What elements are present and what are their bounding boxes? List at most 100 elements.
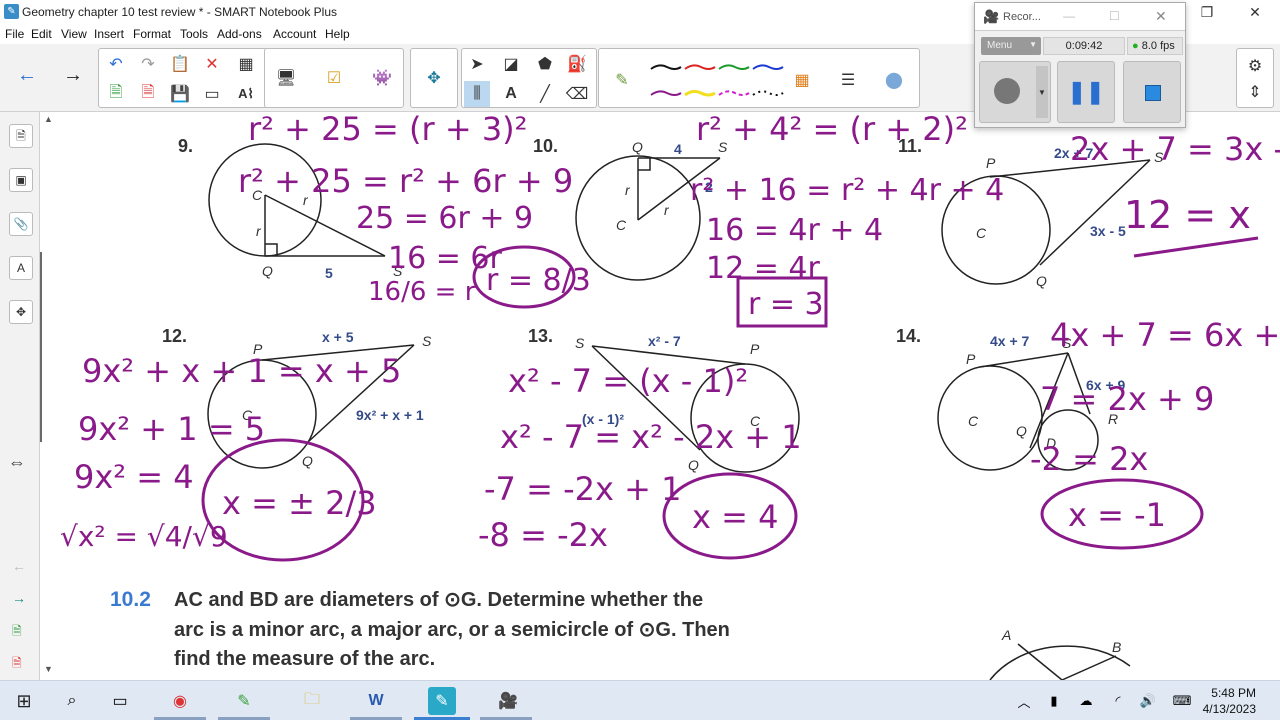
paste-icon[interactable]: 📋 — [167, 51, 193, 77]
p12-hw-line-3: 9x² = 4 — [74, 458, 194, 496]
menu-tools[interactable]: Tools — [180, 27, 208, 41]
p14-label-c: C — [968, 413, 979, 429]
redo-icon[interactable]: ↷ — [135, 51, 161, 77]
previous-page-icon[interactable]: ← — [12, 558, 26, 574]
table-icon[interactable]: ▦ — [233, 51, 259, 77]
windows-start-icon[interactable]: ⊞ — [10, 687, 38, 715]
text-icon[interactable]: A — [498, 81, 524, 107]
menu-file[interactable]: File — [5, 27, 24, 41]
record-dropdown-icon[interactable]: ▼ — [1036, 66, 1048, 118]
resize-handle-icon[interactable]: ⇔ — [8, 452, 26, 473]
stop-button[interactable] — [1123, 61, 1181, 123]
addons-tab-icon[interactable]: ✥ — [9, 300, 33, 324]
shapes-icon[interactable]: ◪ — [498, 51, 524, 77]
page-drawing: 9. 10. 11. 12. 13. 14. C r r Q 5 S Q 4 C — [60, 112, 1280, 680]
menu-edit[interactable]: Edit — [31, 27, 52, 41]
p9-label-q: Q — [262, 263, 273, 279]
record-button[interactable]: ▼ — [979, 61, 1051, 123]
menu-addons[interactable]: Add-ons — [217, 27, 262, 41]
add-page-side-icon[interactable]: 🗎 — [12, 622, 22, 643]
p12-label-s: S — [422, 333, 432, 349]
section-number: 10.2 — [110, 588, 151, 611]
menu-format[interactable]: Format — [133, 27, 171, 41]
back-arrow-icon[interactable]: ← — [14, 62, 40, 88]
move-toolbar-icon[interactable]: ⇕ — [1242, 79, 1268, 105]
eraser-tool-icon[interactable]: ⌫ — [564, 81, 590, 107]
recorder-menu-button[interactable]: Menu ▼ — [981, 37, 1041, 55]
clock-time: 5:48 PM — [1211, 686, 1256, 700]
close-icon[interactable]: ✕ — [1240, 2, 1270, 22]
notebook-page[interactable]: 9. 10. 11. 12. 13. 14. C r r Q 5 S Q 4 C — [56, 112, 1280, 680]
search-icon[interactable]: ⌕ — [58, 687, 86, 715]
p10-label-r1: r — [625, 182, 631, 198]
menu-insert[interactable]: Insert — [94, 27, 124, 41]
activity-builder-icon[interactable]: 👾 — [369, 65, 395, 91]
chrome-icon[interactable]: ◉ — [166, 687, 194, 715]
pens-icon[interactable]: ⫼ — [464, 81, 490, 107]
chevron-up-icon[interactable]: ︿ — [1010, 687, 1038, 715]
p12-hw-line-2: 9x² + 1 = 5 — [78, 410, 265, 448]
toolbar-settings-group: ⚙ ⇕ — [1236, 48, 1274, 108]
pause-button[interactable]: ❚❚ — [1057, 61, 1115, 123]
response-icon[interactable]: ☑ — [321, 65, 347, 91]
properties-icon[interactable]: A — [9, 256, 33, 280]
page-sorter-icon[interactable]: 🗎 — [9, 124, 33, 148]
notebook-launcher-icon[interactable]: ✎ — [230, 687, 258, 715]
line-icon[interactable]: ╱ — [532, 81, 558, 107]
vertical-scrollbar[interactable]: ▲ ▼ — [42, 112, 56, 680]
recorder-maximize-icon[interactable]: ☐ — [1109, 9, 1120, 23]
cloud-icon[interactable]: ☁ — [1072, 687, 1100, 715]
add-page-icon[interactable]: 🗎 — [103, 81, 129, 107]
scroll-up-icon[interactable]: ▲ — [44, 114, 53, 124]
word-icon[interactable]: W — [362, 687, 390, 715]
delete-icon[interactable]: ✕ — [199, 51, 225, 77]
handwriting-p12: 9x² + x + 1 = x + 5 9x² + 1 = 5 9x² = 4 … — [60, 352, 401, 562]
task-view-icon[interactable]: ▭ — [106, 687, 134, 715]
recorder-close-icon[interactable]: ✕ — [1155, 8, 1167, 25]
gear-icon[interactable]: ⚙ — [1242, 53, 1268, 79]
delete-page-icon[interactable]: 🗎 — [135, 81, 161, 107]
system-clock[interactable]: 5:48 PM 4/13/2023 — [1203, 685, 1256, 717]
document-camera-icon[interactable]: 🖥 — [273, 65, 299, 91]
attachments-icon[interactable]: 📎 — [9, 212, 33, 236]
select-arrow-icon[interactable]: ➤ — [464, 51, 490, 77]
menu-help[interactable]: Help — [325, 27, 350, 41]
fill-icon[interactable]: ⛽ — [564, 51, 590, 77]
pen-icon[interactable]: ✎ — [609, 67, 635, 93]
recorder-timer: 0:09:42 — [1043, 37, 1125, 55]
wifi-icon[interactable]: ◜ — [1104, 687, 1132, 715]
keyboard-icon[interactable]: ⌨ — [1168, 687, 1196, 715]
forward-arrow-icon[interactable]: → — [60, 62, 86, 88]
restore-icon[interactable]: ❐ — [1192, 2, 1222, 22]
volume-icon[interactable]: 🔊 — [1134, 687, 1162, 715]
screen-shade-icon[interactable]: ▭ — [199, 81, 225, 107]
clock-date: 4/13/2023 — [1202, 702, 1256, 716]
fill-effects-icon[interactable]: ⬤ — [881, 67, 907, 93]
text-recognition-icon[interactable]: A⌇ — [233, 81, 259, 107]
eraser-icon[interactable]: ⬟ — [532, 51, 558, 77]
delete-page-side-icon[interactable]: 🗎 — [12, 654, 22, 675]
problem-13-number: 13. — [528, 326, 553, 346]
menu-view[interactable]: View — [61, 27, 87, 41]
file-explorer-icon[interactable]: 🗀 — [298, 687, 326, 715]
save-icon[interactable]: 💾 — [167, 81, 193, 107]
recorder-minimize-icon[interactable]: — — [1063, 9, 1075, 23]
recorder-taskbar-icon[interactable]: 🎥 — [494, 687, 522, 715]
p12-hw-line-4: √x² = √4/√9 — [60, 520, 228, 553]
menu-account[interactable]: Account — [273, 27, 316, 41]
next-page-icon[interactable]: → — [12, 590, 26, 606]
pause-icon: ❚❚ — [1067, 79, 1105, 104]
line-style-icon[interactable]: ☰ — [835, 67, 861, 93]
undo-icon[interactable]: ↶ — [103, 51, 129, 77]
smart-notebook-taskbar-icon[interactable]: ✎ — [428, 687, 456, 715]
recorder-title: Recor... — [1003, 11, 1041, 23]
window-title: Geometry chapter 10 test review * - SMAR… — [22, 5, 338, 19]
arc-label-a: A — [1001, 627, 1011, 643]
p9-hw-line-1: r² + 25 = (r + 3)² — [248, 112, 527, 148]
scroll-down-icon[interactable]: ▼ — [44, 664, 53, 674]
usb-icon[interactable]: ▮ — [1040, 687, 1068, 715]
color-palette-icon[interactable]: ▦ — [789, 67, 815, 93]
gallery-icon[interactable]: ▣ — [9, 168, 33, 192]
puzzle-icon[interactable]: ✥ — [421, 65, 447, 91]
p10-hw-line-4: 12 = 4r — [706, 251, 820, 286]
